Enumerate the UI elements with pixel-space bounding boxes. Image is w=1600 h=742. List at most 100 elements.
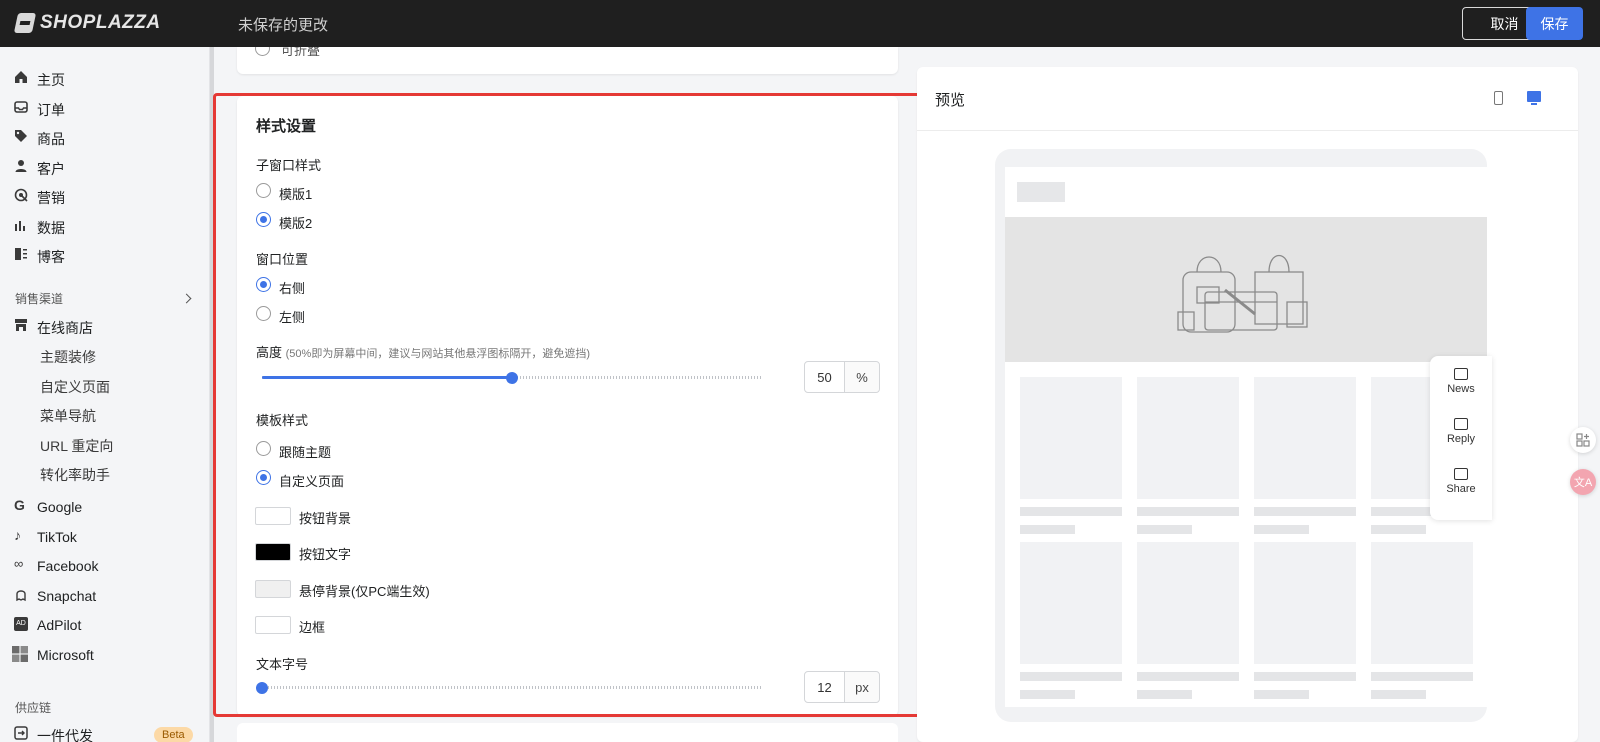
sidebar-item-tiktok[interactable]: ♪ TikTok <box>0 524 210 550</box>
height-slider-thumb[interactable] <box>506 372 518 384</box>
button-bg-swatch[interactable] <box>255 507 291 525</box>
sidebar-item-analytics[interactable]: 数据 <box>0 213 210 239</box>
unsaved-changes-text: 未保存的更改 <box>238 17 329 34</box>
mobile-view-icon[interactable] <box>1494 91 1503 105</box>
sidebar-scrollbar[interactable] <box>210 47 214 742</box>
sidebar-item-label: 订单 <box>37 102 65 118</box>
sidebar-item-label: AdPilot <box>37 617 82 633</box>
font-size-value[interactable]: 12 <box>805 672 845 702</box>
sidebar-item-label: 博客 <box>37 249 65 265</box>
collapsible-radio[interactable] <box>255 47 270 56</box>
height-unit: % <box>845 362 879 392</box>
position-left-radio[interactable] <box>256 306 271 321</box>
ghost-icon <box>16 590 26 602</box>
logo-icon <box>13 13 37 33</box>
sidebar-item-facebook[interactable]: ∞ Facebook <box>0 553 210 579</box>
sidebar-item-home[interactable]: 主页 <box>0 65 210 91</box>
product-tile <box>1371 542 1473 664</box>
font-size-slider-thumb[interactable] <box>256 682 268 694</box>
preview-title: 预览 <box>935 92 966 109</box>
sidebar-item-blog[interactable]: 博客 <box>0 242 210 268</box>
custom-page-radio[interactable] <box>256 470 271 485</box>
sidebar-item-customers[interactable]: 客户 <box>0 154 210 180</box>
product-price-placeholder <box>1137 690 1192 699</box>
widget-reply-button[interactable]: Reply <box>1430 418 1492 445</box>
sidebar-item-label: Google <box>37 499 83 515</box>
sidebar-item-google[interactable]: G Google <box>0 494 210 520</box>
template1-radio[interactable] <box>256 183 271 198</box>
header-placeholder <box>1017 182 1065 202</box>
sidebar-item-microsoft[interactable]: Microsoft <box>0 642 210 668</box>
apps-grid-icon[interactable] <box>1570 427 1596 453</box>
sidebar-item-orders[interactable]: 订单 <box>0 95 210 121</box>
widget-share-button[interactable]: Share <box>1430 468 1492 495</box>
sidebar-item-label: Facebook <box>37 558 99 574</box>
desktop-view-icon[interactable] <box>1527 91 1541 105</box>
position-right-label[interactable]: 右侧 <box>279 278 305 297</box>
custom-page-label[interactable]: 自定义页面 <box>279 471 344 490</box>
sidebar-subitem-menu[interactable]: 菜单导航 <box>40 406 96 426</box>
height-input[interactable]: 50 % <box>804 361 880 393</box>
sales-channels-heading: 销售渠道 <box>15 292 64 306</box>
product-title-placeholder <box>1254 672 1356 681</box>
product-title-placeholder <box>1020 672 1122 681</box>
sidebar-subitem-theme[interactable]: 主题装修 <box>40 347 96 367</box>
product-tile <box>1254 377 1356 499</box>
product-title-placeholder <box>1137 507 1239 516</box>
store-icon <box>15 319 27 331</box>
sidebar-subitem-conversion[interactable]: 转化率助手 <box>40 465 110 485</box>
bar-chart-icon <box>15 221 25 231</box>
shoplazza-logo[interactable]: SHOPLAZZA <box>13 12 161 34</box>
microsoft-icon <box>12 646 28 662</box>
share-icon <box>1454 468 1468 480</box>
template2-radio[interactable] <box>256 212 271 227</box>
beta-badge: Beta <box>154 727 193 742</box>
font-size-unit: px <box>845 672 879 702</box>
position-left-label[interactable]: 左侧 <box>279 307 305 326</box>
product-title-placeholder <box>1020 507 1122 516</box>
product-price-placeholder <box>1254 525 1309 534</box>
blog-icon <box>15 248 27 260</box>
top-bar: SHOPLAZZA 未保存的更改 取消 保存 <box>0 0 1600 47</box>
follow-theme-label[interactable]: 跟随主题 <box>279 442 331 461</box>
logo-text: SHOPLAZZA <box>40 12 161 33</box>
sidebar-item-snapchat[interactable]: Snapchat <box>0 583 210 609</box>
height-value[interactable]: 50 <box>805 362 845 392</box>
widget-news-label: News <box>1447 383 1475 395</box>
height-label: 高度 <box>256 345 283 360</box>
button-text-swatch[interactable] <box>255 543 291 561</box>
floating-contact-widget: News Reply Share <box>1430 356 1492 520</box>
translate-icon[interactable]: 文A <box>1570 469 1596 495</box>
person-icon <box>15 160 27 172</box>
widget-news-button[interactable]: News <box>1430 368 1492 395</box>
hover-bg-swatch[interactable] <box>255 580 291 598</box>
widget-share-label: Share <box>1446 483 1476 495</box>
border-swatch[interactable] <box>255 616 291 634</box>
sidebar-item-label: 数据 <box>37 220 65 236</box>
subwindow-style-label: 子窗口样式 <box>256 158 322 173</box>
sidebar-subitem-custom-page[interactable]: 自定义页面 <box>40 377 110 397</box>
height-label-row: 高度 (50%即为屏幕中间，建议与网站其他悬浮图标隔开，避免遮挡) <box>256 342 590 361</box>
save-button[interactable]: 保存 <box>1526 7 1583 40</box>
collapsible-option-label: 可折叠 <box>281 47 321 58</box>
sidebar-item-label: Microsoft <box>37 647 94 663</box>
hero-banner <box>1005 217 1487 362</box>
sidebar-item-adpilot[interactable]: AD AdPilot <box>0 612 210 638</box>
product-price-placeholder <box>1137 525 1192 534</box>
product-title-placeholder <box>1137 672 1239 681</box>
position-right-radio[interactable] <box>256 277 271 292</box>
sidebar-subitem-url-redirect[interactable]: URL 重定向 <box>40 436 113 456</box>
template2-label[interactable]: 模版2 <box>279 213 312 232</box>
sidebar-item-marketing[interactable]: 营销 <box>0 183 210 209</box>
product-title-placeholder <box>1371 672 1473 681</box>
template1-label[interactable]: 模版1 <box>279 184 312 203</box>
height-slider-fill <box>262 376 512 379</box>
hover-bg-label: 悬停背景(仅PC端生效) <box>299 584 430 599</box>
sidebar-item-online-store[interactable]: 在线商店 <box>0 313 210 339</box>
product-price-placeholder <box>1254 690 1309 699</box>
font-size-input[interactable]: 12 px <box>804 671 880 703</box>
follow-theme-radio[interactable] <box>256 441 271 456</box>
sidebar-item-products[interactable]: 商品 <box>0 124 210 150</box>
font-size-slider-track[interactable] <box>262 686 762 689</box>
style-settings-card <box>237 96 898 716</box>
